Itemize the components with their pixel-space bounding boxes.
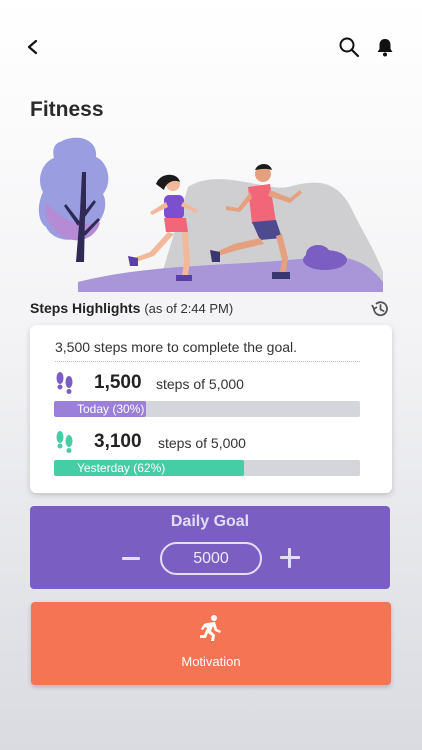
today-steps-row: 1,500 steps of 5,000 [54,371,374,397]
today-progress-label: Today (30%) [77,402,145,416]
today-steps-count: 1,500 [94,372,142,393]
increase-goal-button[interactable] [279,547,301,569]
search-icon[interactable] [338,36,360,58]
daily-goal-title: Daily Goal [170,513,250,530]
as-of-time: (as of 2:44 PM) [144,301,234,316]
yesterday-progress-bar: Yesterday (62%) [54,460,360,476]
remaining-steps-text: 3,500 steps more to complete the goal. [55,339,360,362]
daily-goal-input[interactable]: 5000 [160,542,262,575]
daily-goal-card: Daily Goal 5000 [30,506,390,589]
history-icon[interactable] [370,299,390,319]
top-bar [22,36,396,60]
bell-icon[interactable] [374,36,396,58]
running-person-icon [200,615,221,641]
yesterday-steps-count: 3,100 [94,431,142,452]
steps-highlights-heading: Steps Highlights (as of 2:44 PM) [30,300,233,316]
yesterday-steps-of: steps of 5,000 [158,435,246,451]
motivation-label: Motivation [181,654,241,669]
motivation-button[interactable]: Motivation [31,602,391,685]
running-couple-illustration [38,137,383,292]
page-title: Fitness [30,98,104,121]
yesterday-progress-label: Yesterday (62%) [77,461,166,475]
footprints-icon [56,431,73,453]
yesterday-steps-row: 3,100 steps of 5,000 [54,430,374,456]
steps-highlights-title: Steps Highlights [30,300,141,316]
today-progress-bar: Today (30%) [54,401,360,417]
decrease-goal-button[interactable] [120,549,142,567]
footprints-icon [56,372,73,394]
chevron-left-icon[interactable] [22,36,44,58]
today-steps-of: steps of 5,000 [156,376,244,392]
steps-card: 3,500 steps more to complete the goal. 1… [30,325,392,493]
